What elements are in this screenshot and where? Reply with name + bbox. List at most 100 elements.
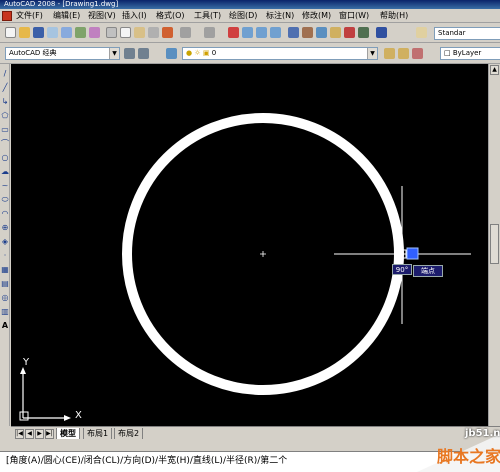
sheet-set-icon[interactable] — [330, 27, 341, 38]
menu-file[interactable]: 文件(F) — [16, 10, 43, 22]
color-select[interactable]: □ ByLayer — [440, 47, 500, 60]
ucs-x-label: X — [75, 410, 82, 421]
undo-icon[interactable] — [180, 27, 191, 38]
text-style-value: Standar — [438, 29, 466, 37]
watermark: jb51.net 脚本之家 — [407, 426, 500, 472]
save-icon[interactable] — [33, 27, 44, 38]
gradient-icon[interactable]: ▤ — [1, 280, 9, 288]
spline-icon[interactable]: ~ — [1, 182, 9, 190]
chevron-down-icon: ▼ — [367, 48, 377, 59]
layers-toolbar: AutoCAD 经典 ▼ ● ☼ ▣ 0 ▼ □ ByLayer — [0, 43, 500, 64]
first-tab-icon[interactable]: |◀ — [15, 429, 24, 439]
menu-insert[interactable]: 插入(I) — [122, 10, 147, 22]
layer-select[interactable]: ● ☼ ▣ 0 ▼ — [182, 47, 378, 60]
workspace-settings-icon[interactable] — [124, 48, 135, 59]
revision-cloud-icon[interactable]: ☁ — [1, 168, 9, 176]
menu-dimension[interactable]: 标注(N) — [266, 10, 294, 22]
color-value: ByLayer — [452, 49, 482, 57]
block-editor-icon[interactable] — [162, 27, 173, 38]
watermark-brand: 脚本之家 — [437, 447, 500, 466]
ucs-y-arrow-icon — [20, 367, 26, 374]
polar-angle-tooltip: 90° — [392, 264, 412, 275]
3d-dwf-icon[interactable] — [89, 27, 100, 38]
autocad-logo-icon[interactable] — [2, 11, 12, 21]
region-icon[interactable]: ◎ — [1, 294, 9, 302]
zoom-window-icon[interactable] — [256, 27, 267, 38]
watermark-url: jb51.net — [465, 428, 500, 439]
table-icon[interactable]: ▥ — [1, 308, 9, 316]
make-block-icon[interactable]: ◈ — [1, 238, 9, 246]
title-bar: AutoCAD 2008 - [Drawing1.dwg] — [0, 0, 500, 9]
menu-edit[interactable]: 编辑(E) — [53, 10, 80, 22]
match-properties-icon[interactable] — [148, 27, 159, 38]
scroll-up-icon[interactable]: ▲ — [490, 65, 499, 75]
arc-icon[interactable]: ⌒ — [1, 140, 9, 148]
ellipse-arc-icon[interactable]: ◠ — [1, 210, 9, 218]
plot-preview-icon[interactable] — [61, 27, 72, 38]
layer-properties-icon[interactable] — [166, 48, 177, 59]
cut-icon[interactable] — [106, 27, 117, 38]
make-layer-current-icon[interactable] — [384, 48, 395, 59]
redo-icon[interactable] — [204, 27, 215, 38]
workspace-select[interactable]: AutoCAD 经典 ▼ — [5, 47, 120, 60]
design-center-icon[interactable] — [302, 27, 313, 38]
rectangle-icon[interactable]: ▭ — [1, 126, 9, 134]
construction-line-icon[interactable]: ╱ — [1, 84, 9, 92]
menu-draw[interactable]: 绘图(D) — [229, 10, 257, 22]
markup-icon[interactable] — [344, 27, 355, 38]
vertical-scrollbar[interactable]: ▲ — [488, 64, 500, 426]
chevron-down-icon: ▼ — [109, 48, 119, 59]
hatch-icon[interactable]: ▦ — [1, 266, 9, 274]
window-title: AutoCAD 2008 - [Drawing1.dwg] — [4, 0, 119, 8]
paste-icon[interactable] — [134, 27, 145, 38]
prev-tab-icon[interactable]: ◀ — [25, 429, 34, 439]
menu-window[interactable]: 窗口(W) — [339, 10, 369, 22]
insert-block-icon[interactable]: ⊕ — [1, 224, 9, 232]
command-prompt-text: [角度(A)/圆心(CE)/闭合(CL)/方向(D)/半宽(H)/直线(L)/半… — [6, 456, 288, 466]
endpoint-snap-marker-icon — [406, 247, 419, 260]
zoom-realtime-icon[interactable] — [242, 27, 253, 38]
pan-icon[interactable] — [228, 27, 239, 38]
menu-help[interactable]: 帮助(H) — [380, 10, 408, 22]
zoom-previous-icon[interactable] — [270, 27, 281, 38]
copy-icon[interactable] — [120, 27, 131, 38]
menu-tools[interactable]: 工具(T) — [194, 10, 221, 22]
last-tab-icon[interactable]: ▶| — [45, 429, 54, 439]
multiline-text-icon[interactable]: A — [1, 322, 9, 330]
ellipse-icon[interactable]: ⬭ — [1, 196, 9, 204]
ucs-x-arrow-icon — [64, 415, 71, 421]
layer-states-icon[interactable] — [412, 48, 423, 59]
quickcalc-icon[interactable] — [358, 27, 369, 38]
point-icon[interactable]: · — [1, 252, 9, 260]
properties-icon[interactable] — [288, 27, 299, 38]
new-icon[interactable] — [5, 27, 16, 38]
help-icon[interactable] — [376, 27, 387, 38]
sun-icon: ☼ — [194, 49, 201, 57]
lock-icon: ▣ — [202, 49, 210, 57]
scroll-thumb[interactable] — [490, 224, 499, 264]
color-swatch-icon: □ — [444, 49, 453, 57]
ucs-origin-box — [19, 411, 29, 421]
menu-view[interactable]: 视图(V) — [88, 10, 116, 22]
text-style-select[interactable]: Standar — [434, 27, 500, 40]
plot-icon[interactable] — [47, 27, 58, 38]
workspace-value: AutoCAD 经典 — [9, 49, 57, 57]
next-tab-icon[interactable]: ▶ — [35, 429, 44, 439]
open-icon[interactable] — [19, 27, 30, 38]
polygon-icon[interactable]: ⬠ — [1, 112, 9, 120]
draw-toolbar: / ╱ ↳ ⬠ ▭ ⌒ ○ ☁ ~ ⬭ ◠ ⊕ ◈ · ▦ ▤ ◎ ▥ A — [0, 64, 10, 426]
menu-modify[interactable]: 修改(M) — [302, 10, 331, 22]
my-workspace-icon[interactable] — [138, 48, 149, 59]
menu-bar: 文件(F) 编辑(E) 视图(V) 插入(I) 格式(O) 工具(T) 绘图(D… — [0, 9, 500, 23]
line-icon[interactable]: / — [1, 70, 9, 78]
layer-value: 0 — [211, 49, 217, 57]
layer-previous-icon[interactable] — [398, 48, 409, 59]
circle-icon[interactable]: ○ — [1, 154, 9, 162]
polyline-icon[interactable]: ↳ — [1, 98, 9, 106]
drawing-canvas[interactable]: Y X — [11, 64, 495, 426]
publish-icon[interactable] — [75, 27, 86, 38]
canvas-drawing — [19, 113, 471, 421]
text-style-icon[interactable] — [416, 27, 427, 38]
menu-format[interactable]: 格式(O) — [156, 10, 185, 22]
tool-palettes-icon[interactable] — [316, 27, 327, 38]
